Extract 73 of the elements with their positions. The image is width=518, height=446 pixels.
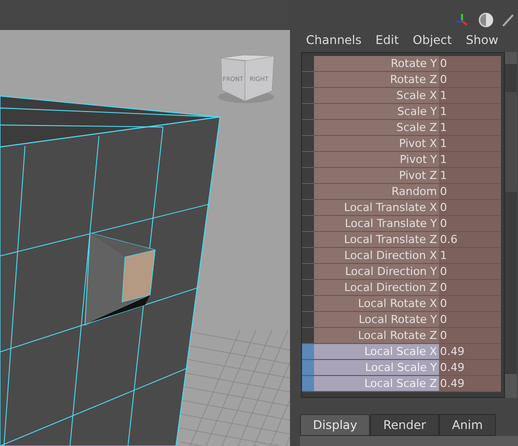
channel-value[interactable]: 1 [439, 120, 501, 135]
channel-row[interactable]: Local Direction X 1 [302, 248, 501, 264]
channel-row[interactable]: Local Direction Z 0 [302, 280, 501, 296]
channel-row[interactable]: Random 0 [302, 184, 501, 200]
channel-name: Local Scale X [314, 344, 439, 359]
channel-name: Local Rotate X [314, 296, 439, 311]
channel-name: Local Rotate Y [314, 312, 439, 327]
channel-value[interactable]: 0 [439, 216, 501, 231]
channel-value[interactable]: 0 [439, 312, 501, 327]
channel-value[interactable]: 0 [439, 200, 501, 215]
channel-value[interactable]: 0 [439, 328, 501, 343]
menu-item[interactable]: Channels [306, 31, 362, 49]
scrollbar[interactable] [505, 52, 517, 398]
channel-row[interactable]: Local Translate X 0 [302, 200, 501, 216]
channel-name: Pivot X [314, 136, 439, 151]
tab[interactable]: Render [370, 414, 439, 436]
channel-name: Local Translate X [314, 200, 439, 215]
channel-value[interactable]: 0 [439, 56, 501, 71]
channel-value[interactable]: 0 [439, 184, 501, 199]
channel-row[interactable]: Local Translate Y 0 [302, 216, 501, 232]
menu-item[interactable]: Edit [376, 31, 399, 49]
channel-row[interactable]: Pivot X 1 [302, 136, 501, 152]
channel-name: Local Direction X [314, 248, 439, 263]
channel-row[interactable]: Local Rotate Y 0 [302, 312, 501, 328]
tab[interactable]: Anim [438, 414, 496, 436]
menu-item[interactable]: Show [466, 31, 498, 49]
channel-value[interactable]: 0 [439, 296, 501, 311]
channel-row[interactable]: Local Translate Z 0.6 [302, 232, 501, 248]
channel-value[interactable]: 1 [439, 248, 501, 263]
channel-value[interactable]: 1 [439, 88, 501, 103]
channel-name: Local Direction Z [314, 280, 439, 295]
tab[interactable]: Display [300, 414, 370, 436]
channel-row[interactable]: Local Scale Z 0.49 [302, 376, 501, 392]
channel-name: Scale Z [314, 120, 439, 135]
channel-name: Local Translate Z [314, 232, 439, 247]
channel-value[interactable]: 0 [439, 264, 501, 279]
channel-value[interactable]: 0.49 [439, 376, 501, 391]
channel-row[interactable]: Local Scale X 0.49 [302, 344, 501, 360]
channel-value[interactable]: 0.6 [439, 232, 501, 247]
channel-value[interactable]: 0.49 [439, 360, 501, 375]
channel-name: Local Translate Y [314, 216, 439, 231]
channel-value[interactable]: 0 [439, 72, 501, 87]
channel-row[interactable]: Pivot Y 1 [302, 152, 501, 168]
channel-name: Rotate Y [314, 56, 439, 71]
channel-name: Local Scale Y [314, 360, 439, 375]
channel-row[interactable]: Local Rotate X 0 [302, 296, 501, 312]
channel-value[interactable]: 0.49 [439, 344, 501, 359]
channel-row[interactable]: Local Rotate Z 0 [302, 328, 501, 344]
channel-name: Scale X [314, 88, 439, 103]
channel-name: Rotate Z [314, 72, 439, 87]
channel-name: Pivot Z [314, 168, 439, 183]
channel-row[interactable]: Scale X 1 [302, 88, 501, 104]
channel-name: Local Rotate Z [314, 328, 439, 343]
channel-name: Scale Y [314, 104, 439, 119]
channel-row[interactable]: Local Direction Y 0 [302, 264, 501, 280]
channel-row[interactable]: Local Scale Y 0.49 [302, 360, 501, 376]
channel-value[interactable]: 1 [439, 104, 501, 119]
channel-name: Local Direction Y [314, 264, 439, 279]
channel-value[interactable]: 1 [439, 136, 501, 151]
channel-value[interactable]: 0 [439, 280, 501, 295]
channel-row[interactable]: Rotate Y 0 [302, 56, 501, 72]
channel-row[interactable]: Scale Y 1 [302, 104, 501, 120]
channel-row[interactable]: Pivot Z 1 [302, 168, 501, 184]
channel-value[interactable]: 1 [439, 152, 501, 167]
channel-row[interactable]: Scale Z 1 [302, 120, 501, 136]
menu-item[interactable]: Object [412, 31, 452, 49]
channel-name: Pivot Y [314, 152, 439, 167]
channel-value[interactable]: 1 [439, 168, 501, 183]
half-circle-icon[interactable] [478, 12, 494, 28]
channel-name: Local Scale Z [314, 376, 439, 391]
channel-row[interactable]: Rotate Z 0 [302, 72, 501, 88]
channel-name: Random [314, 184, 439, 199]
axis-icon[interactable] [454, 12, 470, 28]
